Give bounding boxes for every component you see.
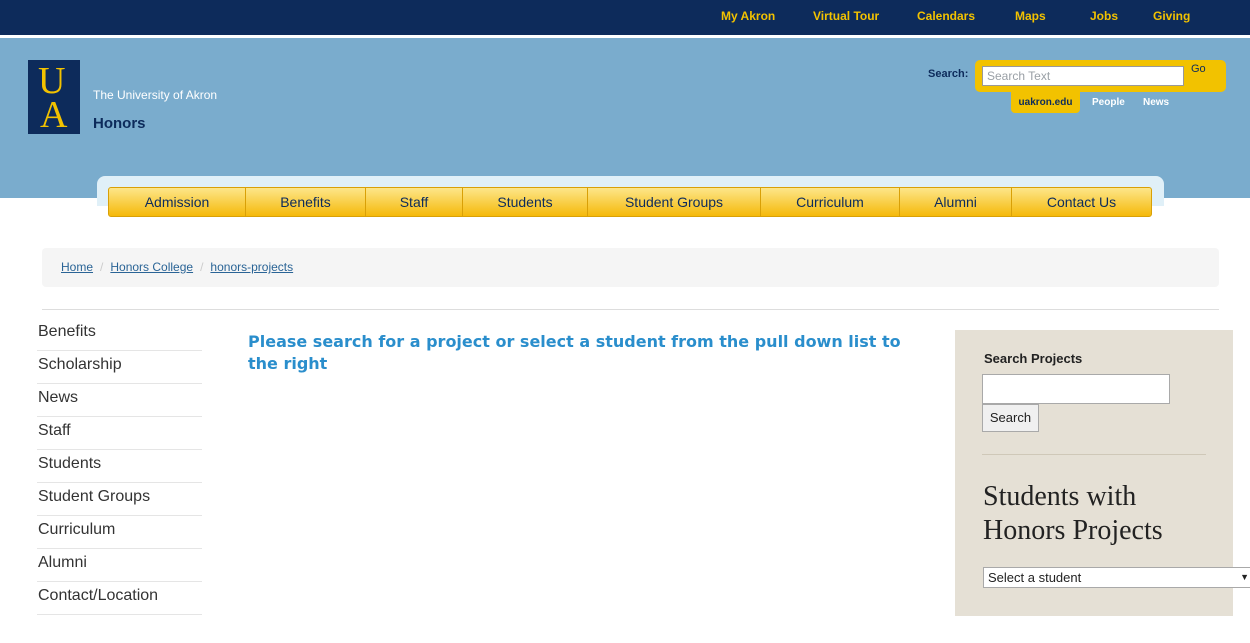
sidebar-item-benefits[interactable]: Benefits bbox=[37, 318, 202, 351]
breadcrumb: Home / Honors College / honors-projects bbox=[42, 248, 1219, 287]
site-title[interactable]: Honors bbox=[93, 115, 146, 132]
logo-letter-a: A bbox=[40, 94, 68, 136]
sidebar-item-alumni[interactable]: Alumni bbox=[37, 549, 202, 582]
breadcrumb-separator: / bbox=[200, 260, 204, 274]
top-link-giving[interactable]: Giving bbox=[1153, 9, 1190, 23]
breadcrumb-honors-projects[interactable]: honors-projects bbox=[210, 260, 293, 274]
university-name[interactable]: The University of Akron bbox=[93, 88, 217, 102]
search-projects-title: Search Projects bbox=[984, 351, 1083, 366]
project-search-panel: Search Projects Search Students with Hon… bbox=[955, 330, 1250, 616]
project-search-input[interactable] bbox=[982, 374, 1170, 404]
top-link-calendars[interactable]: Calendars bbox=[917, 9, 975, 23]
sidebar-item-curriculum[interactable]: Curriculum bbox=[37, 516, 202, 549]
top-link-my-akron[interactable]: My Akron bbox=[721, 9, 775, 23]
header-search-box: Go bbox=[975, 60, 1226, 92]
search-scope-people[interactable]: People bbox=[1092, 92, 1125, 113]
student-select-value: Select a student bbox=[988, 570, 1082, 585]
sidebar-item-students[interactable]: Students bbox=[37, 450, 202, 483]
breadcrumb-honors-college[interactable]: Honors College bbox=[110, 260, 193, 274]
main-navigation: Admission Benefits Staff Students Studen… bbox=[108, 187, 1152, 217]
chevron-down-icon: ▼ bbox=[1240, 572, 1249, 582]
search-scope-news[interactable]: News bbox=[1143, 92, 1169, 113]
header-search-input[interactable] bbox=[982, 66, 1184, 86]
nav-contact-us[interactable]: Contact Us bbox=[1012, 188, 1151, 216]
nav-curriculum[interactable]: Curriculum bbox=[761, 188, 900, 216]
university-logo[interactable]: U A bbox=[28, 60, 80, 134]
students-heading: Students with Honors Projects bbox=[983, 481, 1163, 546]
nav-benefits[interactable]: Benefits bbox=[246, 188, 366, 216]
nav-staff[interactable]: Staff bbox=[366, 188, 463, 216]
sidebar-item-news[interactable]: News bbox=[37, 384, 202, 417]
nav-student-groups[interactable]: Student Groups bbox=[588, 188, 761, 216]
top-utility-bar: My Akron Virtual Tour Calendars Maps Job… bbox=[0, 0, 1250, 38]
breadcrumb-separator: / bbox=[100, 260, 104, 274]
panel-divider bbox=[982, 454, 1206, 455]
top-link-maps[interactable]: Maps bbox=[1015, 9, 1046, 23]
sidebar-item-staff[interactable]: Staff bbox=[37, 417, 202, 450]
breadcrumb-home[interactable]: Home bbox=[61, 260, 93, 274]
top-link-jobs[interactable]: Jobs bbox=[1090, 9, 1118, 23]
search-go-button[interactable]: Go bbox=[1191, 63, 1206, 75]
search-label: Search: bbox=[928, 68, 969, 80]
project-search-button[interactable]: Search bbox=[982, 404, 1039, 432]
sidebar-item-student-groups[interactable]: Student Groups bbox=[37, 483, 202, 516]
sidebar-item-contact-location[interactable]: Contact/Location bbox=[37, 582, 202, 615]
nav-alumni[interactable]: Alumni bbox=[900, 188, 1012, 216]
site-header: U A The University of Akron Honors Searc… bbox=[0, 38, 1250, 206]
page-heading: Please search for a project or select a … bbox=[248, 332, 901, 373]
student-select[interactable]: Select a student ▼ bbox=[983, 567, 1250, 588]
nav-students[interactable]: Students bbox=[463, 188, 588, 216]
content-divider bbox=[42, 309, 1219, 310]
nav-admission[interactable]: Admission bbox=[109, 188, 246, 216]
side-navigation: Benefits Scholarship News Staff Students… bbox=[37, 318, 202, 615]
top-link-virtual-tour[interactable]: Virtual Tour bbox=[813, 9, 879, 23]
sidebar-item-scholarship[interactable]: Scholarship bbox=[37, 351, 202, 384]
search-scope-uakron[interactable]: uakron.edu bbox=[1011, 92, 1080, 113]
